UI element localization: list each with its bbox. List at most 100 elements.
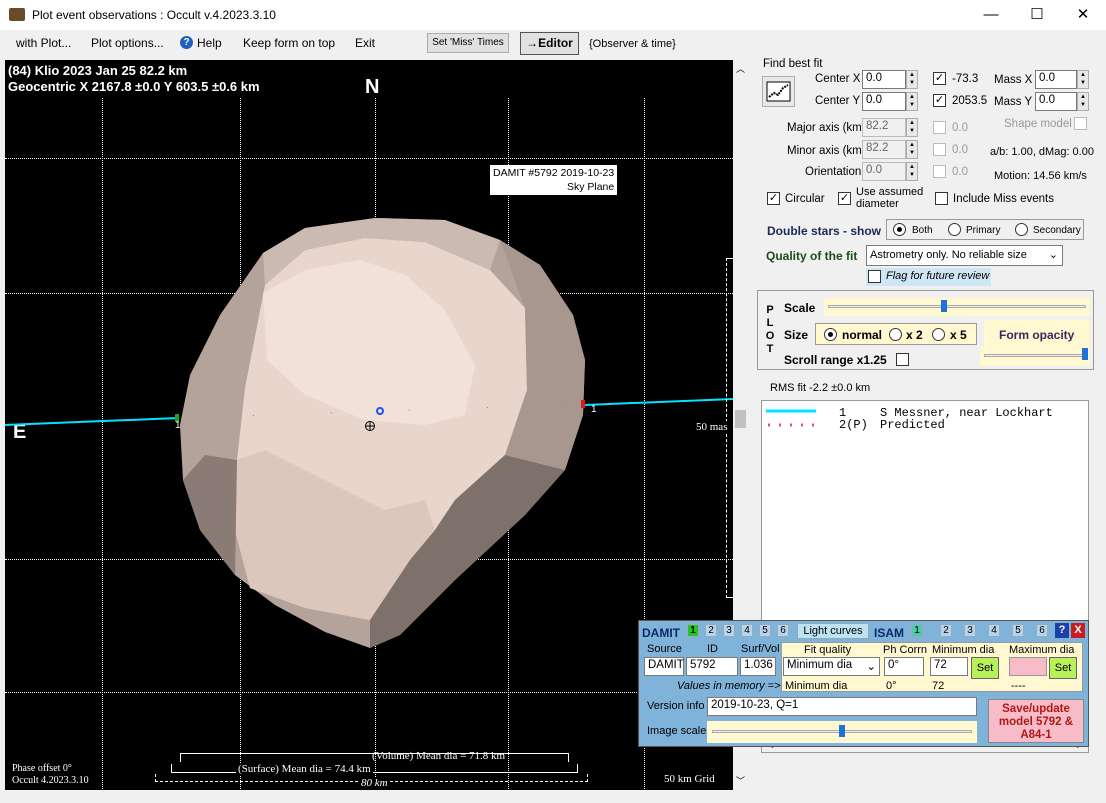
legend-line-icons [766,409,816,427]
menu-exit[interactable]: Exit [355,36,375,50]
mas-scale-label: 50 mas [696,421,728,433]
fit-orient-checkbox[interactable] [933,165,946,178]
mass-y-input[interactable]: 0.0 [1035,92,1077,111]
phcorr-header: Ph Corrn [883,644,928,656]
center-y-spinner[interactable]: ▲ ▼ [906,92,918,111]
editor-button[interactable]: →Editor [520,32,579,55]
menu-keep-on-top[interactable]: Keep form on top [243,36,335,50]
fit-major-checkbox[interactable] [933,121,946,134]
fit-minor-checkbox[interactable] [933,143,946,156]
fit-major-result: 0.0 [952,122,968,134]
id-field[interactable]: 5792 [686,657,738,676]
source-field[interactable]: DAMIT [644,657,684,676]
plot-area[interactable]: (84) Klio 2023 Jan 25 82.2 km Geocentric… [5,60,733,790]
scale-label: Scale [784,301,816,315]
orientation-input[interactable]: 0.0 [862,162,906,181]
damit-help-button[interactable]: ? [1055,623,1069,638]
use-assumed-checkbox[interactable]: ✓ [838,192,851,205]
size-x5-radio[interactable] [932,328,945,341]
find-best-fit-button[interactable] [762,76,795,107]
damit-num-6[interactable]: 6 [777,624,789,637]
isam-num-5[interactable]: 5 [1012,624,1024,637]
maximize-button[interactable]: ☐ [1014,0,1060,30]
fit-y-checkbox[interactable]: ✓ [933,94,946,107]
image-scale-slider[interactable] [707,721,977,743]
damit-num-1[interactable]: 1 [687,624,699,637]
isam-num-2[interactable]: 2 [940,624,952,637]
mem-fitq: Minimum dia [785,680,848,692]
scroll-up-icon[interactable]: ︿ [736,62,745,75]
values-in-memory: Values in memory => [677,680,781,692]
plot-letter: P [766,304,774,316]
damit-num-4[interactable]: 4 [741,624,753,637]
scroll-thumb[interactable] [735,410,746,428]
center-y-input[interactable]: 0.0 [862,92,906,111]
isam-tab[interactable]: ISAM [874,626,904,640]
size-x2-label: x 2 [906,328,923,342]
mindia-field[interactable]: 72 [930,657,968,676]
maxdia-field[interactable] [1009,657,1047,676]
mass-x-spinner[interactable]: ▲ ▼ [1077,70,1089,89]
scroll-range-checkbox[interactable] [896,353,909,366]
fit-quality-dropdown[interactable]: Minimum dia ⌄ [783,657,880,676]
damit-model-id: DAMIT #5792 2019-10-23 [493,167,615,179]
include-miss-label: Include Miss events [953,193,1054,205]
surfvol-header: Surf/Vol [741,643,780,655]
fit-x-checkbox[interactable]: ✓ [933,72,946,85]
scale-thumb[interactable] [941,300,948,312]
quality-fit-dropdown[interactable]: Astrometry only. No reliable size ⌄ [866,245,1063,266]
menu-plot-options[interactable]: Plot options... [91,36,164,50]
damit-num-3[interactable]: 3 [723,624,735,637]
center-x-spinner[interactable]: ▲ ▼ [906,70,918,89]
size-x5-label: x 5 [950,328,967,342]
both-radio[interactable] [893,223,906,236]
minor-axis-input[interactable]: 82.2 [862,140,906,159]
fit-graph-icon [766,81,791,102]
help-icon[interactable]: ? [180,36,193,49]
center-x-input[interactable]: 0.0 [862,70,906,89]
circular-label: Circular [785,193,825,205]
light-curves-button[interactable]: Light curves [797,623,869,639]
include-miss-checkbox[interactable] [935,192,948,205]
primary-radio[interactable] [948,223,961,236]
circular-checkbox[interactable]: ✓ [767,192,780,205]
surfvol-field[interactable]: 1.036 [740,657,776,676]
major-axis-spinner[interactable]: ▲ ▼ [906,118,918,137]
shape-model-checkbox[interactable] [1074,117,1087,130]
observer-time-label[interactable]: {Observer & time} [589,38,676,50]
image-scale-thumb[interactable] [839,725,845,737]
id-header: ID [707,643,718,655]
secondary-radio[interactable] [1015,223,1028,236]
set-maxdia-button[interactable]: Set [1049,657,1077,679]
opacity-slider[interactable] [980,346,1090,366]
damit-close-button[interactable]: X [1071,623,1085,638]
size-normal-radio[interactable] [824,328,837,341]
orientation-spinner[interactable]: ▲ ▼ [906,162,918,181]
major-axis-input[interactable]: 82.2 [862,118,906,137]
isam-num-3[interactable]: 3 [964,624,976,637]
mass-x-input[interactable]: 0.0 [1035,70,1077,89]
set-miss-times-button[interactable]: Set 'Miss' Times [427,33,509,53]
opacity-thumb[interactable] [1082,348,1088,360]
version-info-field[interactable]: 2019-10-23, Q=1 [707,697,977,716]
minimize-button[interactable]: — [968,0,1014,30]
menu-help[interactable]: Help [197,36,222,50]
damit-num-5[interactable]: 5 [759,624,771,637]
size-x2-radio[interactable] [889,328,902,341]
chord-line [5,398,733,431]
isam-num-1[interactable]: 1 [911,624,923,637]
damit-num-2[interactable]: 2 [705,624,717,637]
save-update-model-button[interactable]: Save/update model 5792 & A84-1 [988,699,1084,743]
isam-num-6[interactable]: 6 [1036,624,1048,637]
damit-tab[interactable]: DAMIT [642,626,680,640]
set-mindia-button[interactable]: Set [971,657,999,679]
phcorr-field[interactable]: 0° [884,657,924,676]
flag-review-checkbox[interactable] [868,270,881,283]
scale-slider[interactable] [824,298,1090,316]
menu-with-plot[interactable]: with Plot... [16,36,71,50]
close-button[interactable]: ✕ [1060,0,1106,30]
minor-axis-spinner[interactable]: ▲ ▼ [906,140,918,159]
isam-num-4[interactable]: 4 [988,624,1000,637]
scroll-down-icon[interactable]: ﹀ [736,774,745,787]
mass-y-spinner[interactable]: ▲ ▼ [1077,92,1089,111]
